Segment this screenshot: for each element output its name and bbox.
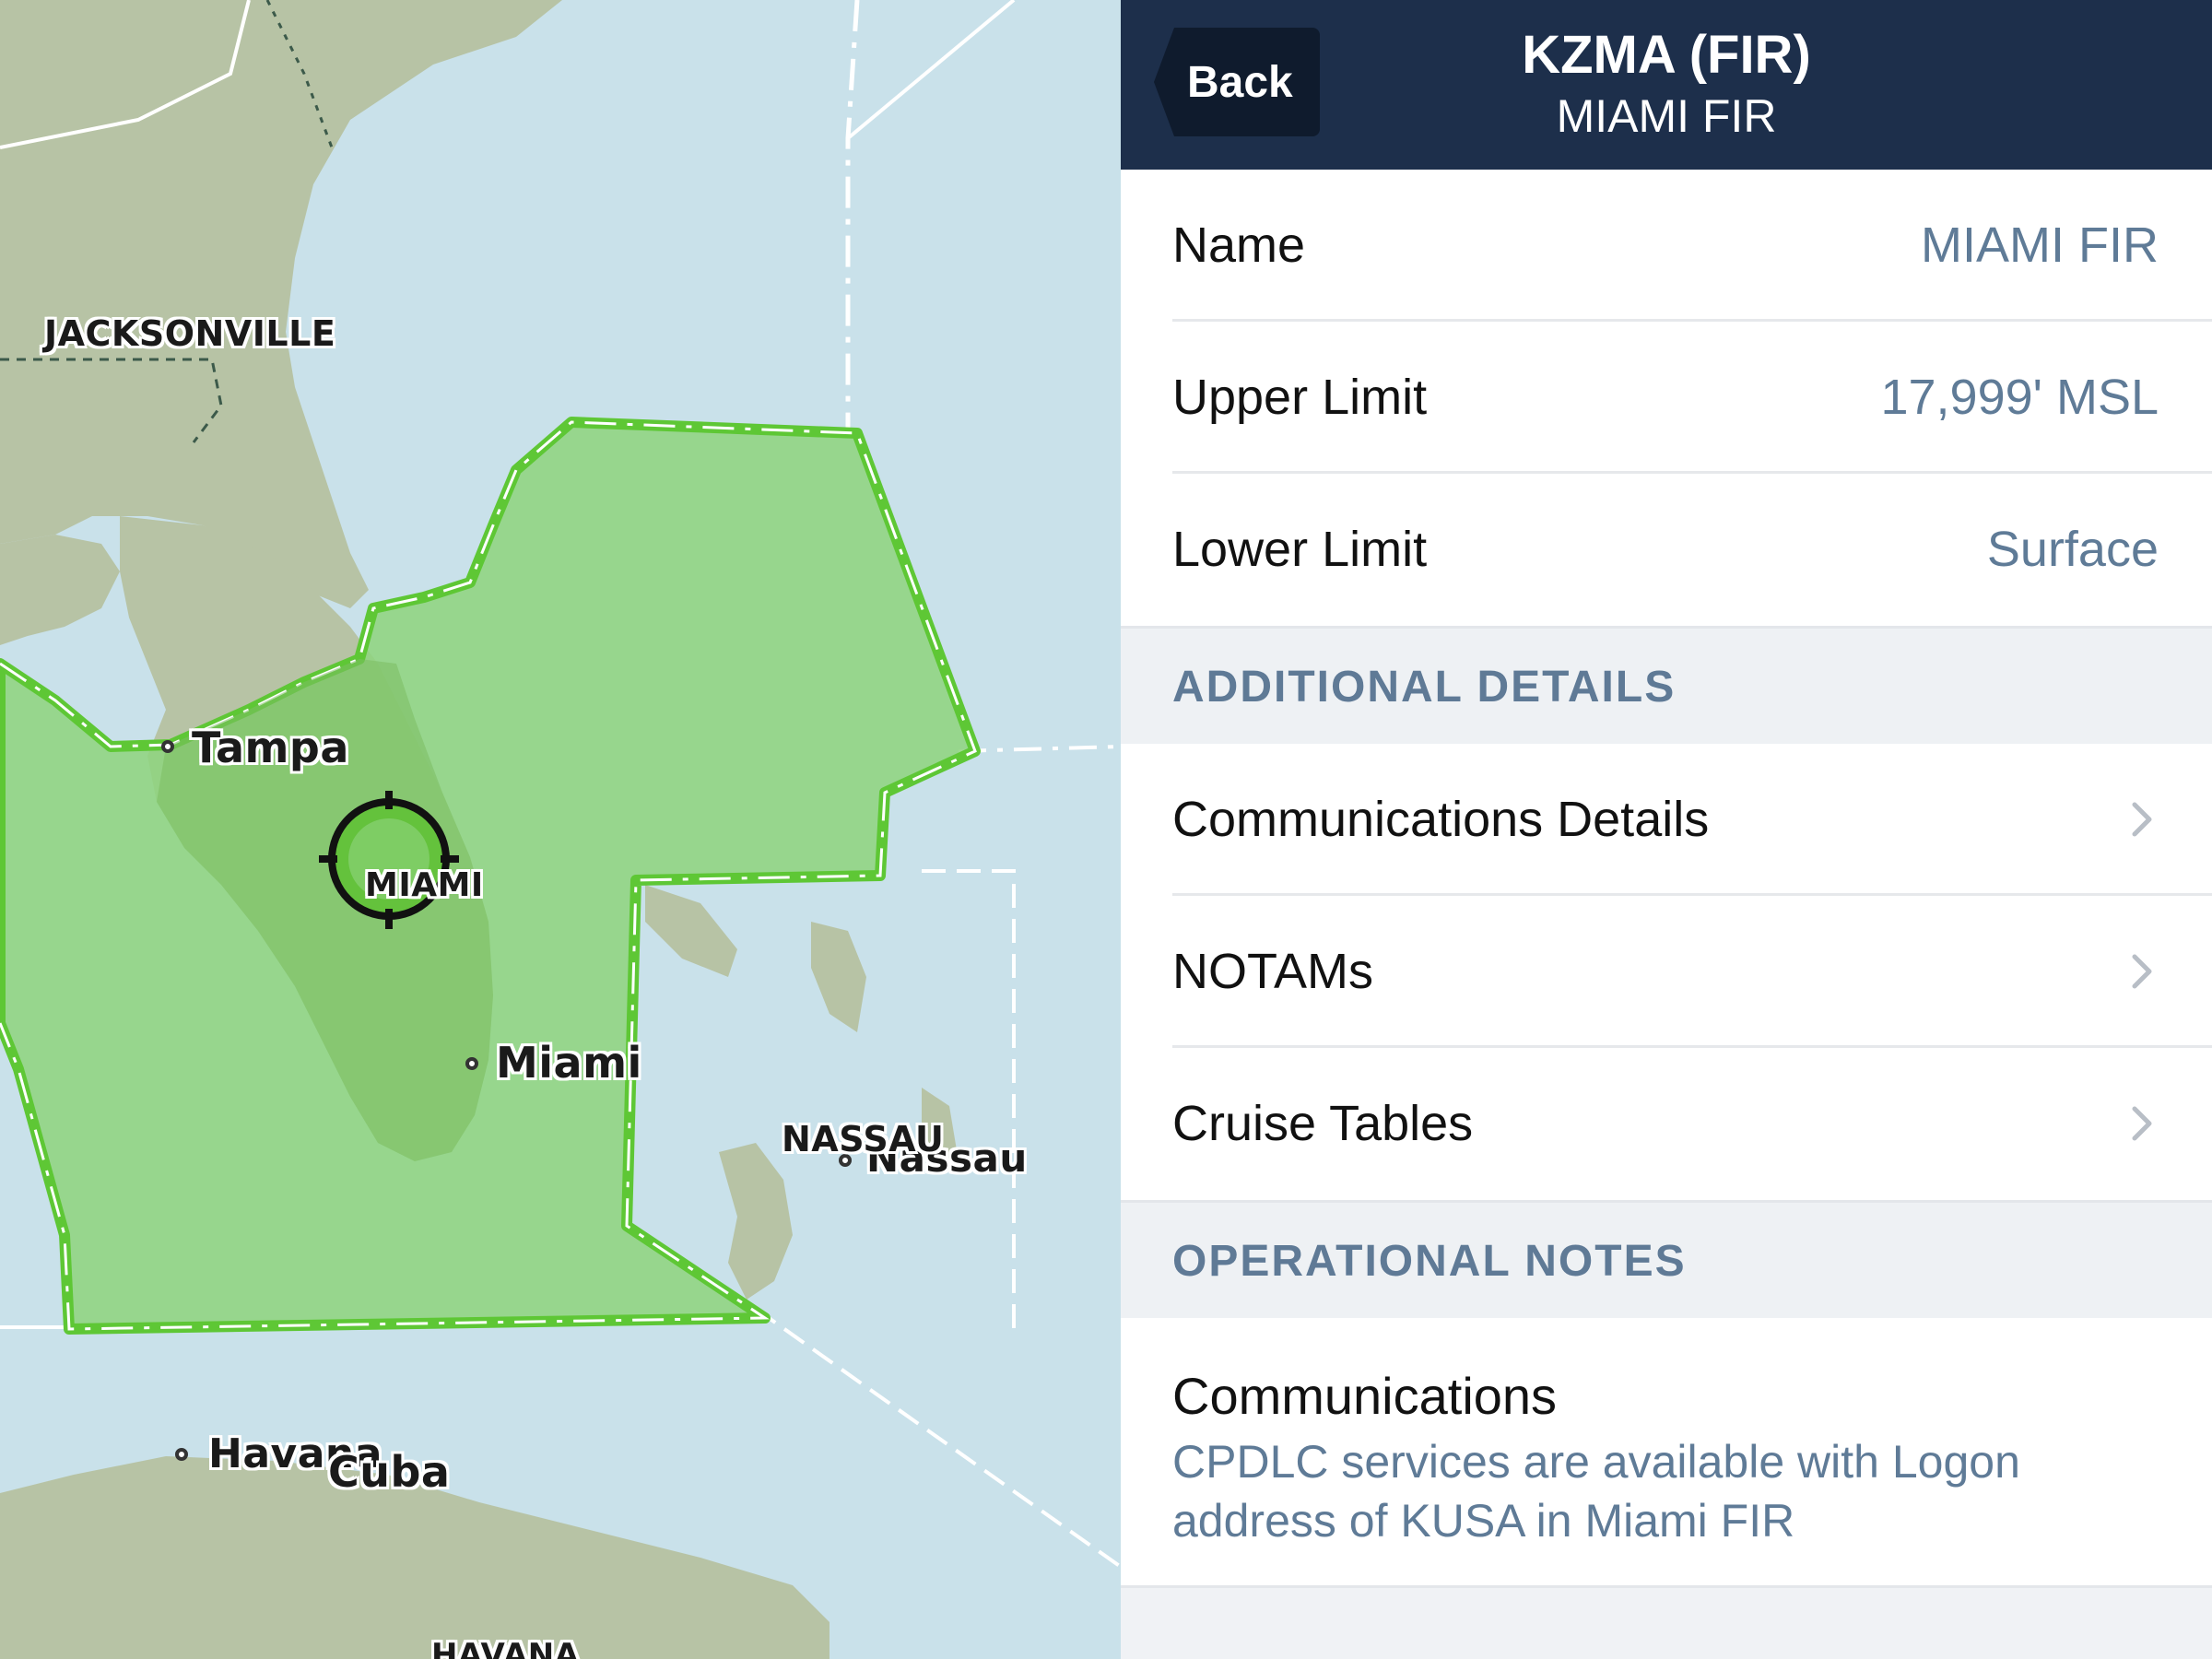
city-dot-miami	[465, 1057, 478, 1070]
section-header-additional: ADDITIONAL DETAILS	[1121, 626, 2212, 747]
label-jacksonville: JACKSONVILLE	[44, 313, 336, 354]
list-item-label: Cruise Tables	[1172, 1096, 1474, 1151]
chevron-right-icon	[2132, 802, 2152, 837]
name-value: MIAMI FIR	[1921, 218, 2159, 273]
chevron-right-icon	[2132, 954, 2152, 989]
map-canvas[interactable]	[0, 0, 1121, 1659]
page-subtitle: MIAMI FIR	[1556, 90, 1777, 142]
lower-limit-value: Surface	[1986, 522, 2159, 577]
navigation-bar: Back KZMA (FIR) MIAMI FIR	[1121, 0, 2212, 170]
city-dot-tampa	[161, 740, 174, 753]
details-panel: Back KZMA (FIR) MIAMI FIR Name MIAMI FIR…	[1121, 0, 2212, 1659]
label-nassau-upper: NASSAU	[782, 1119, 945, 1159]
lower-limit-label: Lower Limit	[1172, 522, 1428, 577]
label-miami-city: Miami	[496, 1038, 642, 1088]
operational-note: Communications CPDLC services are availa…	[1121, 1318, 2212, 1588]
list-item-label: NOTAMs	[1172, 944, 1373, 999]
label-miami-region: MIAMI	[365, 866, 484, 904]
detail-row-name: Name MIAMI FIR	[1121, 170, 2212, 322]
label-havana-upper: HAVANA	[431, 1637, 580, 1659]
upper-limit-value: 17,999' MSL	[1880, 370, 2159, 425]
detail-row-lower-limit: Lower Limit Surface	[1121, 474, 2212, 626]
map-view[interactable]: JACKSONVILLE Tampa MIAMI Miami Nassau NA…	[0, 0, 1121, 1659]
name-label: Name	[1172, 218, 1306, 273]
detail-row-upper-limit: Upper Limit 17,999' MSL	[1121, 322, 2212, 474]
city-dot-havana	[175, 1448, 188, 1461]
list-item-cruise-tables[interactable]: Cruise Tables	[1121, 1048, 2212, 1200]
label-tampa: Tampa	[192, 723, 349, 772]
label-cuba: Cuba	[328, 1447, 451, 1497]
upper-limit-label: Upper Limit	[1172, 370, 1428, 425]
section-title-operational: OPERATIONAL NOTES	[1172, 1237, 1687, 1286]
list-item-communications-details[interactable]: Communications Details	[1121, 744, 2212, 896]
note-title: Communications	[1172, 1367, 1558, 1425]
list-item-notams[interactable]: NOTAMs	[1121, 896, 2212, 1048]
section-title-additional: ADDITIONAL DETAILS	[1172, 663, 1677, 712]
section-header-operational: OPERATIONAL NOTES	[1121, 1200, 2212, 1321]
chevron-right-icon	[2132, 1106, 2152, 1141]
list-item-label: Communications Details	[1172, 792, 1710, 847]
note-text: CPDLC services are available with Logon …	[1172, 1436, 2020, 1547]
page-title: KZMA (FIR)	[1522, 25, 1811, 85]
